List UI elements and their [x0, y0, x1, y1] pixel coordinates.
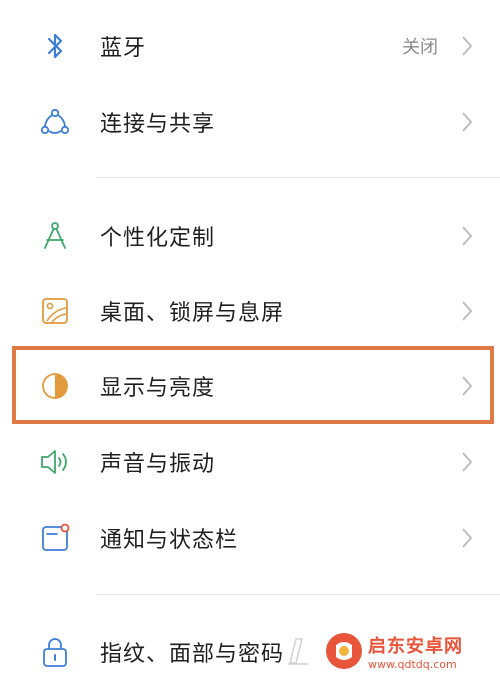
section-divider: [96, 594, 500, 595]
chevron-right-icon: [460, 451, 474, 473]
settings-item-label: 指纹、面部与密码: [100, 642, 285, 667]
section-divider: [96, 177, 500, 178]
bluetooth-status: 关闭: [402, 37, 438, 58]
pen-icon: [286, 633, 316, 671]
settings-item-label: 连接与共享: [100, 112, 216, 137]
chevron-right-icon: [460, 35, 474, 57]
wallpaper-icon: [38, 294, 72, 328]
settings-item-label: 个性化定制: [100, 226, 216, 251]
highlight-frame: [12, 346, 494, 424]
settings-item-label: 通知与状态栏: [100, 528, 239, 553]
settings-item-wallpaper[interactable]: 桌面、锁屏与息屏: [0, 273, 500, 349]
chevron-right-icon: [460, 527, 474, 549]
sound-icon: [38, 445, 72, 479]
connection-share-icon: [38, 105, 72, 139]
lock-icon: [38, 635, 72, 669]
personalization-icon: [38, 219, 72, 253]
chevron-right-icon: [460, 111, 474, 133]
settings-item-connection-share[interactable]: 连接与共享: [0, 84, 500, 160]
settings-item-label: 桌面、锁屏与息屏: [100, 301, 285, 326]
notification-icon: [38, 521, 72, 555]
chevron-right-icon: [460, 225, 474, 247]
watermark: 启东安卓网 www.qdtdq.com: [288, 625, 494, 677]
watermark-title: 启东安卓网: [368, 635, 463, 657]
settings-item-label: 声音与振动: [100, 452, 216, 477]
bluetooth-icon: [38, 29, 72, 63]
watermark-url: www.qdtdq.com: [368, 657, 457, 671]
settings-item-personalization[interactable]: 个性化定制: [0, 198, 500, 274]
settings-item-label: 蓝牙: [100, 36, 147, 61]
settings-item-notification[interactable]: 通知与状态栏: [0, 500, 500, 576]
chevron-right-icon: [460, 300, 474, 322]
settings-item-sound-vibration[interactable]: 声音与振动: [0, 424, 500, 500]
settings-item-bluetooth[interactable]: 蓝牙 关闭: [0, 8, 500, 84]
settings-screen: 蓝牙 关闭 连接与共享 个性化定制 桌面、锁屏与息屏 显示与亮度 声音与振动 通…: [0, 0, 500, 679]
watermark-logo-icon: [326, 633, 362, 669]
